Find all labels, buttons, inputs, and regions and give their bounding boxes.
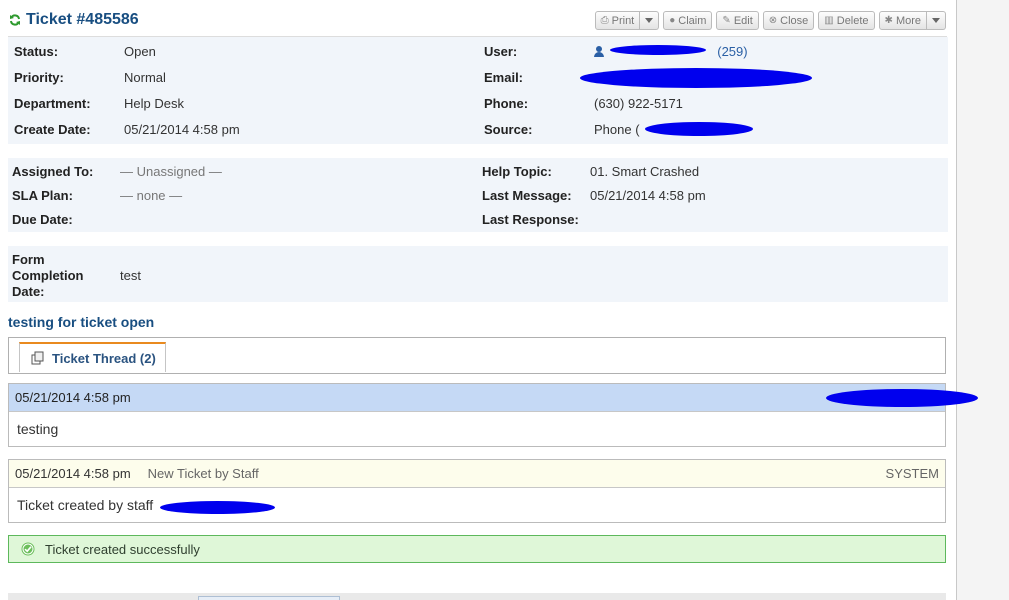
create-date-label: Create Date: (14, 122, 91, 137)
edit-icon: ✎ (722, 15, 731, 26)
ticket-title[interactable]: Ticket #485586 (9, 11, 139, 29)
user-label: User: (484, 44, 518, 59)
form-label-line3: Date: (12, 284, 45, 299)
last-message-value: 05/21/2014 4:58 pm (590, 188, 706, 203)
last-response-label: Last Response: (482, 212, 579, 227)
more-dropdown-button[interactable] (927, 11, 946, 30)
ticket-info-panel: Status: Open Priority: Normal Department… (8, 37, 948, 144)
thread-entry-header: 05/21/2014 4:58 pm New Ticket by Staff S… (9, 460, 945, 488)
ticket-title-text[interactable]: Ticket #485586 (26, 11, 139, 29)
priority-value: Normal (124, 70, 166, 85)
form-label-line1: Form (12, 252, 45, 267)
close-button[interactable]: ⊗ Close (762, 11, 815, 30)
close-circle-icon: ⊗ (768, 15, 778, 26)
assignment-panel: Assigned To: — Unassigned — SLA Plan: — … (8, 158, 948, 232)
thread-entry-body: testing (17, 421, 59, 437)
delete-label: Delete (836, 14, 869, 27)
email-label: Email: (484, 70, 524, 85)
thread-entry-date: 05/21/2014 4:58 pm (15, 466, 131, 481)
print-label: Print (611, 14, 635, 27)
success-notice: Ticket created successfully (8, 535, 946, 563)
ticket-toolbar: ⎙ Print ● Claim ✎ Edit ⊗ Close ▥ Delete ✱ More (594, 11, 946, 30)
department-value: Help Desk (124, 96, 184, 111)
more-split-button: ✱ More (878, 11, 946, 30)
ticket-subject: testing for ticket open (8, 314, 155, 330)
thread-entry-poster: SYSTEM (885, 466, 939, 481)
chevron-down-icon (932, 18, 940, 23)
print-button[interactable]: ⎙ Print (594, 11, 641, 30)
refresh-icon[interactable] (9, 14, 21, 26)
thread-entry-date: 05/21/2014 4:58 pm (15, 390, 131, 405)
last-message-label: Last Message: (482, 188, 572, 203)
priority-label: Priority: (14, 70, 64, 85)
phone-label: Phone: (484, 96, 529, 111)
source-value: Phone ( (594, 122, 640, 137)
tab-ticket-thread-label: Ticket Thread (2) (52, 350, 156, 366)
redaction-mark (160, 501, 275, 514)
print-dropdown-button[interactable] (640, 11, 660, 30)
help-topic-label: Help Topic: (482, 164, 552, 179)
status-label: Status: (14, 44, 59, 59)
success-notice-text: Ticket created successfully (45, 541, 200, 557)
redaction-mark (610, 45, 706, 55)
form-panel: Form Completion Date: test (8, 246, 948, 302)
create-date-value: 05/21/2014 4:58 pm (124, 122, 240, 137)
thread-entry-header: 05/21/2014 4:58 pm (9, 384, 945, 412)
reply-tabs-strip (8, 593, 946, 600)
delete-button[interactable]: ▥ Delete (818, 11, 875, 30)
more-button[interactable]: ✱ More (878, 11, 927, 30)
source-label: Source: (484, 122, 533, 137)
gear-icon: ✱ (884, 15, 893, 26)
user-icon (594, 46, 604, 57)
help-topic-value: 01. Smart Crashed (590, 164, 700, 179)
department-label: Department: (14, 96, 91, 111)
edit-button[interactable]: ✎ Edit (716, 11, 759, 30)
redaction-mark (645, 122, 753, 136)
claim-label: Claim (678, 14, 707, 27)
claim-button[interactable]: ● Claim (663, 11, 713, 30)
reply-tab[interactable] (198, 596, 340, 600)
assigned-to-label: Assigned To: (12, 164, 94, 179)
trash-icon: ▥ (824, 15, 834, 26)
ticket-tabs: Ticket Thread (2) (8, 337, 946, 374)
user-icon: ● (669, 15, 676, 26)
sla-plan-value: — none — (120, 188, 183, 203)
assigned-to-value: — Unassigned — (120, 164, 222, 179)
thread-entry-description: New Ticket by Staff (147, 466, 259, 481)
tab-ticket-thread[interactable]: Ticket Thread (2) (19, 342, 166, 372)
due-date-label: Due Date: (12, 212, 73, 227)
print-split-button: ⎙ Print (594, 11, 660, 30)
status-value: Open (124, 44, 156, 59)
phone-value: (630) 922-5171 (594, 96, 683, 111)
thread-entry: 05/21/2014 4:58 pm testing (8, 383, 946, 447)
thread-entry-body: Ticket created by staff (17, 497, 154, 513)
form-label-line2: Completion (12, 268, 84, 283)
chevron-down-icon (645, 18, 654, 23)
check-circle-icon (21, 542, 35, 556)
sla-plan-label: SLA Plan: (12, 188, 73, 203)
thread-entry: 05/21/2014 4:58 pm New Ticket by Staff S… (8, 459, 946, 523)
edit-label: Edit (733, 14, 753, 27)
print-icon: ⎙ (600, 15, 609, 26)
thread-icon (31, 351, 44, 365)
redaction-mark (826, 389, 978, 407)
more-label: More (895, 14, 921, 27)
right-margin-pane (957, 0, 1009, 600)
close-label: Close (780, 14, 809, 27)
redaction-mark (580, 68, 812, 88)
form-value: test (120, 268, 141, 283)
user-ticket-count[interactable]: (259) (717, 44, 747, 59)
